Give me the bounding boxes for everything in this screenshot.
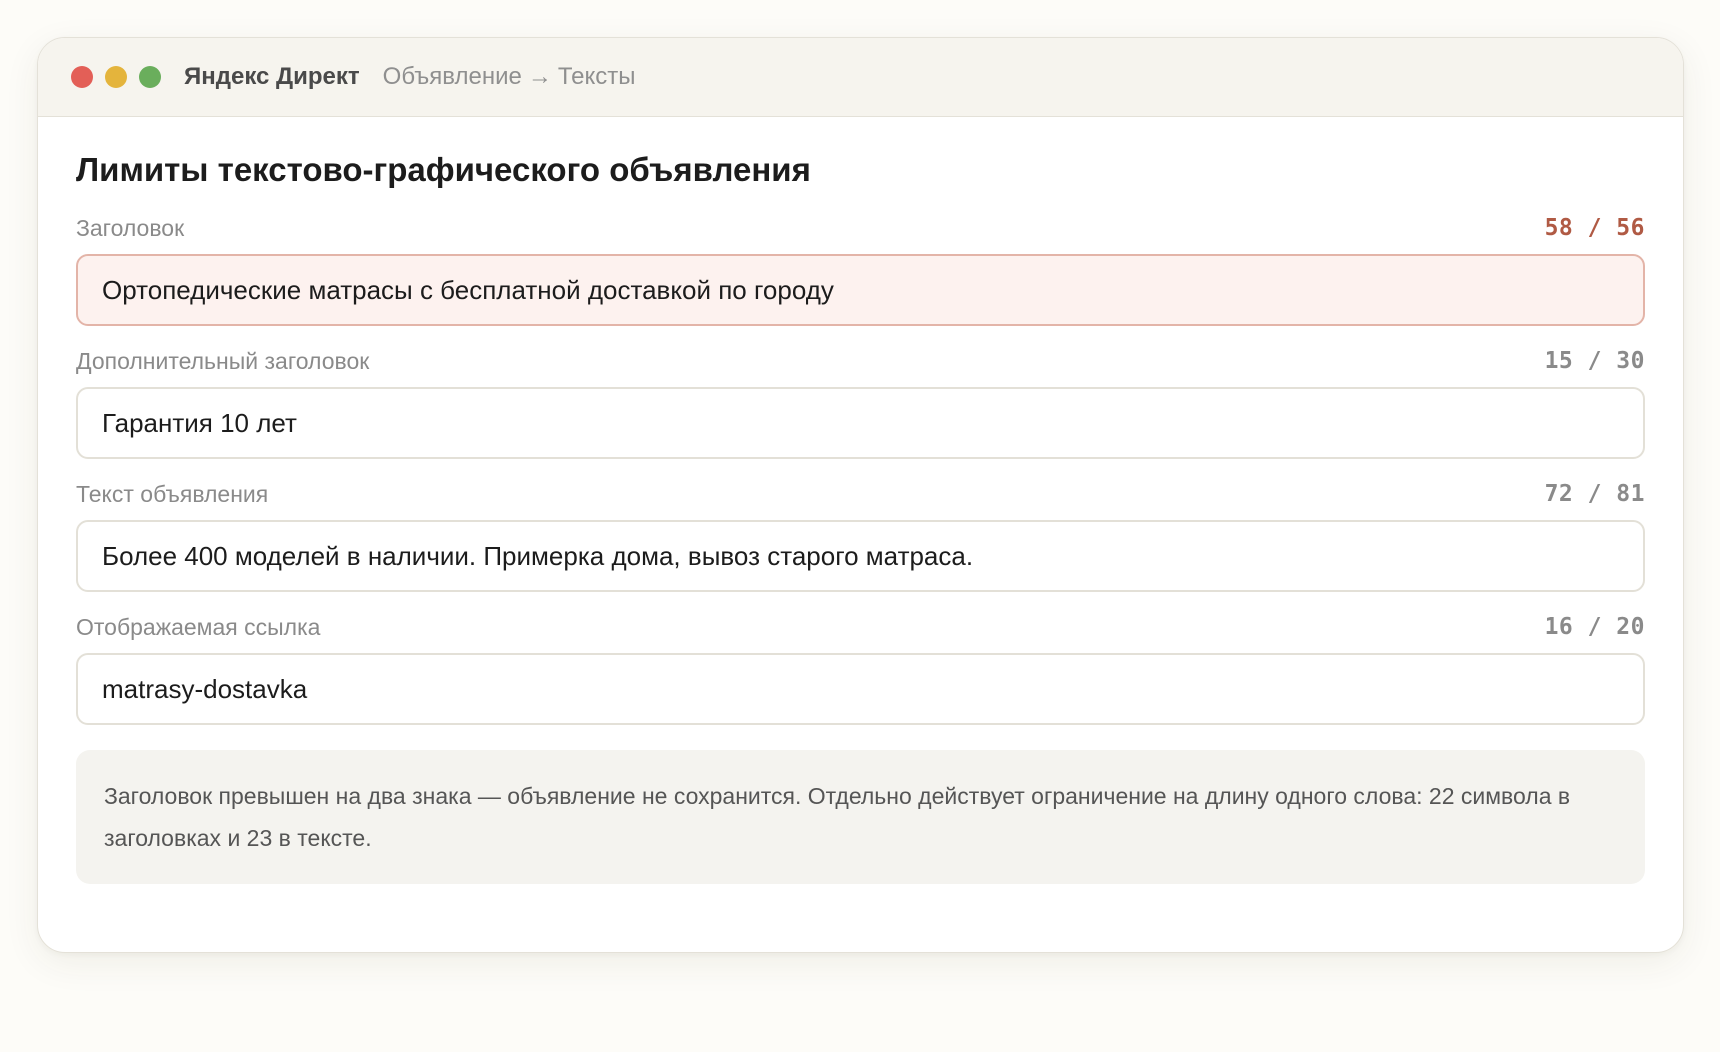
breadcrumb-item-current: Тексты [557, 63, 636, 90]
field-header: Заголовок 58 / 56 [76, 213, 1645, 243]
ad-text-field: Текст объявления 72 / 81 Более 400 модел… [76, 479, 1645, 592]
main-content: Лимиты текстово-графического объявления … [38, 117, 1683, 884]
app-window: Яндекс Директ Объявление → Тексты Лимиты… [37, 37, 1684, 953]
page-title: Лимиты текстово-графического объявления [76, 151, 811, 188]
maximize-window-button[interactable] [139, 66, 161, 88]
display-url-input[interactable]: matrasy-dostavka [76, 653, 1645, 725]
extra-headline-input[interactable]: Гарантия 10 лет [76, 387, 1645, 459]
display-url-char-counter: 16 / 20 [1544, 614, 1645, 640]
app-title: Яндекс Директ [184, 63, 360, 90]
ad-text-label: Текст объявления [76, 480, 269, 507]
extra-headline-label: Дополнительный заголовок [76, 347, 370, 374]
ad-text-char-counter: 72 / 81 [1544, 481, 1645, 507]
breadcrumb: Объявление → Тексты [383, 63, 636, 91]
field-header: Текст объявления 72 / 81 [76, 479, 1645, 509]
display-url-label: Отображаемая ссылка [76, 613, 321, 640]
limit-warning-note: Заголовок превышен на два знака — объявл… [76, 750, 1645, 884]
title-bar: Яндекс Директ Объявление → Тексты [38, 38, 1683, 117]
headline-label: Заголовок [76, 214, 185, 241]
ad-text-input[interactable]: Более 400 моделей в наличии. Примерка до… [76, 520, 1645, 592]
extra-headline-field: Дополнительный заголовок 15 / 30 Гаранти… [76, 346, 1645, 459]
display-url-field: Отображаемая ссылка 16 / 20 matrasy-dost… [76, 612, 1645, 725]
field-header: Дополнительный заголовок 15 / 30 [76, 346, 1645, 376]
breadcrumb-item-parent[interactable]: Объявление [383, 63, 522, 91]
arrow-right-icon: → [527, 63, 552, 90]
headline-input[interactable]: Ортопедические матрасы с бесплатной дост… [76, 254, 1645, 326]
close-window-button[interactable] [71, 66, 93, 88]
extra-headline-char-counter: 15 / 30 [1544, 348, 1645, 374]
headline-field: Заголовок 58 / 56 Ортопедические матрасы… [76, 213, 1645, 326]
minimize-window-button[interactable] [105, 66, 127, 88]
field-header: Отображаемая ссылка 16 / 20 [76, 612, 1645, 642]
headline-char-counter: 58 / 56 [1544, 215, 1645, 241]
